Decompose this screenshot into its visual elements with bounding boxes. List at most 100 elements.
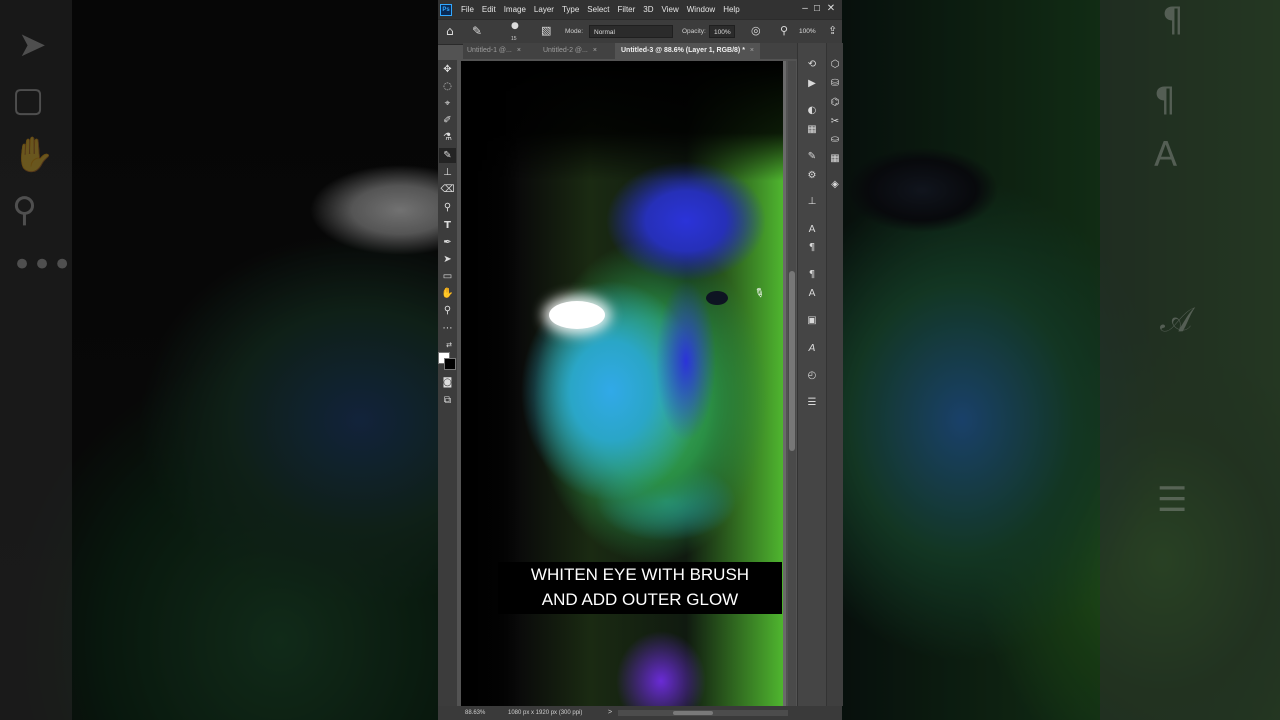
background-blur-left: ➤ ▢ ✋ ⚲ •••: [0, 0, 438, 720]
tab-label: Untitled-1 @...: [467, 47, 512, 54]
path-selection-tool-icon[interactable]: ➤: [439, 252, 456, 267]
clone-source-icon[interactable]: ⊥: [802, 194, 822, 210]
brush-cursor-icon: ✎: [751, 284, 768, 302]
brush-size-value: 15: [511, 36, 517, 42]
pressure-opacity-icon[interactable]: ◎: [751, 24, 761, 37]
ghost-adjust-icon: ☰: [1157, 480, 1188, 520]
tab-close-icon[interactable]: ×: [517, 47, 521, 54]
home-icon[interactable]: ⌂: [446, 24, 454, 38]
horizontal-scroll-thumb[interactable]: [673, 711, 713, 715]
rectangle-tool-icon[interactable]: ▭: [439, 269, 456, 284]
move-tool-icon[interactable]: ✥: [439, 62, 456, 77]
menu-layer[interactable]: Layer: [534, 5, 554, 14]
channels-icon[interactable]: ⛁: [825, 76, 845, 92]
glyphs-icon[interactable]: A: [802, 341, 822, 357]
more-tools-icon[interactable]: ⋯: [439, 321, 456, 336]
share-icon[interactable]: ⇪: [828, 24, 837, 37]
eyedropper-tool-icon[interactable]: ⚗: [439, 130, 456, 145]
search-icon[interactable]: ⚲: [780, 24, 788, 37]
menu-3d[interactable]: 3D: [643, 5, 653, 14]
close-button[interactable]: ✕: [820, 0, 842, 19]
ghost-move-icon: ➤: [18, 25, 47, 65]
tab-label: Untitled-2 @...: [543, 47, 588, 54]
brush-settings-icon[interactable]: ✎: [802, 149, 822, 165]
swap-colors-icon[interactable]: ⇄: [444, 338, 454, 353]
properties-icon[interactable]: ⛀: [825, 132, 845, 148]
hand-tool-icon[interactable]: ✋: [439, 286, 456, 301]
color-icon[interactable]: ◐: [802, 103, 822, 119]
mode-label: Mode:: [565, 28, 584, 35]
ghost-zoom-icon: ⚲: [12, 190, 37, 230]
timeline-icon[interactable]: ◴: [802, 368, 822, 384]
ghost-hand-icon: ✋: [12, 135, 55, 175]
character-styles-icon[interactable]: A: [802, 286, 822, 302]
document-info: 1080 px x 1920 px (300 ppi): [508, 710, 583, 716]
actions-play-icon[interactable]: ▶: [802, 76, 822, 92]
polygonal-lasso-tool-icon[interactable]: ⌖: [439, 96, 456, 111]
paths-icon[interactable]: ⌬: [825, 95, 845, 111]
status-bar: 88.63% 1080 px x 1920 px (300 ppi) >: [438, 706, 842, 720]
tab-close-icon[interactable]: ×: [750, 47, 754, 54]
tools-icon[interactable]: ✂: [825, 114, 845, 130]
3d-icon[interactable]: ⬡: [825, 57, 845, 73]
menu-edit[interactable]: Edit: [482, 5, 496, 14]
zoom-level[interactable]: 88.63%: [465, 706, 485, 720]
vertical-scroll-thumb[interactable]: [789, 271, 795, 451]
tab-untitled-2[interactable]: Untitled-2 @... ×: [543, 43, 597, 59]
brush-preset-icon[interactable]: ●: [511, 21, 519, 31]
tab-untitled-3[interactable]: Untitled-3 @ 88.6% (Layer 1, RGB/8) * ×: [615, 43, 761, 59]
dodge-tool-icon[interactable]: ⚲: [439, 200, 456, 215]
menu-select[interactable]: Select: [587, 5, 609, 14]
vertical-scrollbar[interactable]: [788, 61, 796, 706]
type-tool-icon[interactable]: T: [439, 218, 456, 233]
ghost-glyph-icon: 𝒜: [1160, 300, 1193, 340]
zoom-tool-icon[interactable]: ⚲: [439, 303, 456, 318]
menu-window[interactable]: Window: [687, 5, 715, 14]
menu-help[interactable]: Help: [723, 5, 739, 14]
status-arrow-icon[interactable]: >: [608, 706, 612, 720]
horizontal-scrollbar[interactable]: [618, 710, 788, 716]
character-icon[interactable]: A: [802, 222, 822, 238]
background-color-swatch[interactable]: [444, 358, 456, 370]
caption-line-2: AND ADD OUTER GLOW: [541, 590, 739, 609]
menu-bar: Ps File Edit Image Layer Type Select Fil…: [438, 0, 842, 19]
tab-untitled-1[interactable]: Untitled-1 @... ×: [467, 43, 521, 59]
eraser-tool-icon[interactable]: ⌫: [439, 182, 456, 197]
quick-selection-tool-icon[interactable]: ✐: [439, 113, 456, 128]
menu-type[interactable]: Type: [562, 5, 579, 14]
menu-view[interactable]: View: [662, 5, 679, 14]
brush-tool-icon[interactable]: ✎: [472, 24, 482, 38]
adjustments-icon[interactable]: ☰: [802, 395, 822, 411]
tab-label: Untitled-3 @ 88.6% (Layer 1, RGB/8) *: [621, 47, 745, 54]
brush-panel-icon[interactable]: ▧: [541, 24, 551, 37]
swatches-icon[interactable]: ▦: [802, 122, 822, 138]
clone-stamp-tool-icon[interactable]: ⊥: [439, 165, 456, 180]
paragraph-icon[interactable]: ¶: [802, 240, 822, 256]
opacity-field[interactable]: 100%: [709, 25, 735, 38]
history-icon[interactable]: ⟲: [802, 57, 822, 73]
background-panel-ghost: [1100, 0, 1280, 720]
menu-filter[interactable]: Filter: [618, 5, 636, 14]
opacity-label: Opacity:: [682, 28, 706, 35]
menu-image[interactable]: Image: [504, 5, 526, 14]
menu-file[interactable]: File: [461, 5, 474, 14]
ghost-paragraph-icon: ¶: [1162, 0, 1184, 40]
quick-mask-icon[interactable]: ◙: [439, 375, 456, 390]
screen-mode-icon[interactable]: ⧉: [439, 393, 456, 408]
ghost-marquee-icon: ▢: [12, 80, 45, 120]
brush-tool-icon[interactable]: ✎: [439, 148, 456, 163]
paragraph-styles-icon[interactable]: ¶: [802, 267, 822, 283]
table-icon[interactable]: ▦: [825, 151, 845, 167]
brushes-icon[interactable]: ⚙: [802, 168, 822, 184]
tools-panel: ✥ ◌ ⌖ ✐ ⚗ ✎ ⊥ ⌫ ⚲ T ✒ ➤ ▭ ✋ ⚲ ⋯ ⇄ ◙ ⧉: [438, 60, 457, 706]
ghost-type-icon: A: [1154, 135, 1178, 175]
zoom-field[interactable]: 100%: [795, 25, 817, 38]
background-blur-right: ¶ ¶ A 𝒜 ☰: [842, 0, 1280, 720]
libraries-icon[interactable]: ▣: [802, 313, 822, 329]
pen-tool-icon[interactable]: ✒: [439, 235, 456, 250]
document-tabs: Untitled-1 @... × Untitled-2 @... × Untitl…: [463, 43, 811, 59]
tab-close-icon[interactable]: ×: [593, 47, 597, 54]
mode-select[interactable]: Normal: [589, 25, 673, 38]
layers-icon[interactable]: ◈: [825, 177, 845, 193]
lasso-tool-icon[interactable]: ◌: [439, 79, 456, 94]
